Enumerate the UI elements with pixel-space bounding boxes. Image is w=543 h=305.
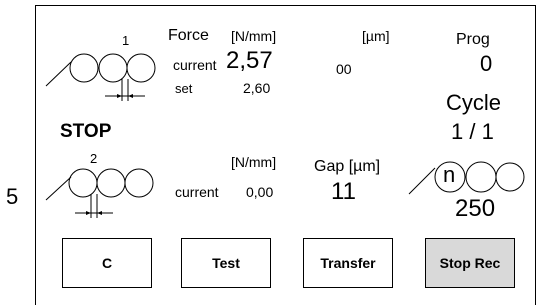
set-force-value: 2,60 <box>243 80 271 96</box>
test-button-label: Test <box>212 255 240 271</box>
current-label-2: current <box>175 184 219 200</box>
transfer-button-label: Transfer <box>320 255 376 271</box>
force-label: Force <box>168 27 209 44</box>
status-stop: STOP <box>60 121 112 142</box>
gap-label: Gap [µm] <box>314 158 381 175</box>
transfer-button[interactable]: Transfer <box>303 238 393 288</box>
stop-rec-button-label: Stop Rec <box>439 255 501 271</box>
revolutions-n-label: n <box>443 162 456 187</box>
test-button[interactable]: Test <box>181 238 271 288</box>
roller-2-icon <box>45 168 154 218</box>
cycle-label: Cycle <box>446 90 502 115</box>
c-button-label: C <box>101 255 113 271</box>
stop-rec-button[interactable]: Stop Rec <box>425 238 515 288</box>
current-force-value-1: 2,57 <box>226 47 273 74</box>
current-force-value-2: 0,00 <box>246 184 274 200</box>
counter-value: 250 <box>455 195 496 222</box>
cycle-value: 1 / 1 <box>451 119 494 144</box>
roller-1-icon <box>45 53 156 101</box>
set-label: set <box>175 81 193 96</box>
micron-unit: [µm] <box>362 28 390 44</box>
c-button[interactable]: C <box>62 238 152 288</box>
micron-value: 00 <box>336 61 352 77</box>
prog-label: Prog <box>456 31 490 48</box>
current-label-1: current <box>173 57 217 73</box>
side-number: 5 <box>6 184 19 209</box>
gap-value: 11 <box>331 178 356 205</box>
force-unit: [N/mm] <box>231 28 277 44</box>
prog-value: 0 <box>480 51 493 76</box>
force-unit-2: [N/mm] <box>231 154 277 170</box>
